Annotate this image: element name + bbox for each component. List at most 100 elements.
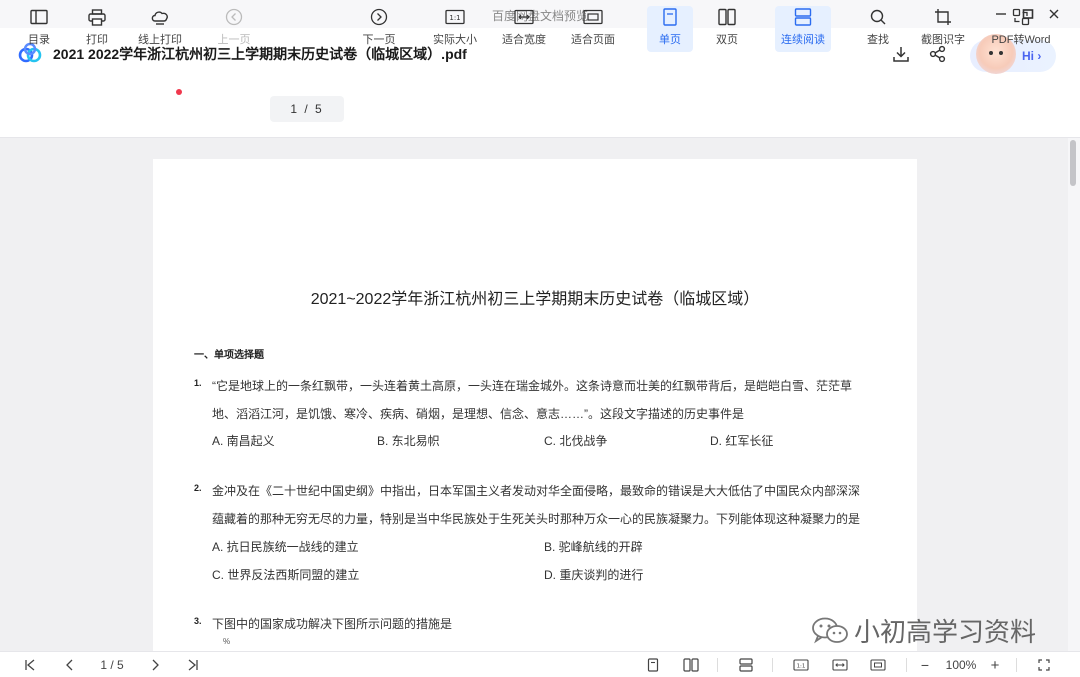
svg-text:1:1: 1:1 bbox=[797, 664, 806, 670]
double-page-label: 双页 bbox=[716, 34, 738, 46]
prev-page-small-button[interactable] bbox=[60, 656, 80, 674]
divider bbox=[717, 658, 718, 672]
find-button[interactable]: 查找 bbox=[860, 6, 896, 52]
actual-size-button[interactable]: 1:1 实际大小 bbox=[428, 6, 482, 52]
single-page-button[interactable]: 单页 bbox=[647, 6, 693, 52]
section-heading: 一、单项选择题 bbox=[194, 350, 264, 361]
last-page-button[interactable] bbox=[183, 656, 203, 674]
next-page-button[interactable]: 下一页 bbox=[359, 6, 399, 52]
catalog-icon bbox=[30, 9, 48, 25]
chevron-left-circle-icon bbox=[225, 8, 243, 26]
chevron-left-icon bbox=[66, 659, 73, 671]
single-page-small-icon bbox=[647, 658, 659, 672]
print-label: 打印 bbox=[86, 34, 108, 46]
wechat-icon bbox=[812, 617, 848, 643]
single-page-icon bbox=[663, 8, 677, 26]
continuous-small-button[interactable] bbox=[735, 656, 757, 674]
watermark: 小初高学习资料 bbox=[810, 612, 1036, 649]
print-button[interactable]: 打印 bbox=[80, 6, 114, 52]
document-title: 2021~2022学年浙江杭州初三上学期期末历史试卷（临城区域） bbox=[310, 291, 760, 308]
divider bbox=[906, 658, 907, 672]
notification-dot bbox=[176, 89, 182, 95]
fit-page-button[interactable]: 适合页面 bbox=[566, 6, 620, 52]
continuous-read-label: 连续阅读 bbox=[781, 34, 825, 46]
pdf-page: 2021~2022学年浙江杭州初三上学期期末历史试卷（临城区域） 一、单项选择题… bbox=[153, 159, 917, 651]
catalog-label: 目录 bbox=[28, 34, 50, 46]
continuous-small-icon bbox=[739, 658, 753, 672]
pdf-to-word-button[interactable]: PDF转Word bbox=[986, 6, 1056, 52]
prev-page-label: 上一页 bbox=[217, 34, 251, 46]
question-1-option-d: D. 红军长征 bbox=[710, 434, 774, 448]
single-page-label: 单页 bbox=[659, 34, 681, 46]
crop-icon bbox=[935, 9, 951, 25]
next-page-small-button[interactable] bbox=[145, 656, 165, 674]
fit-page-label: 适合页面 bbox=[571, 34, 615, 46]
question-1-option-b: B. 东北易帜 bbox=[377, 434, 440, 448]
svg-text:1:1: 1:1 bbox=[449, 14, 460, 22]
zoom-level: 100% bbox=[945, 658, 977, 672]
question-2-line-2: 蕴藏着的那种无穷无尽的力量，特别是当中华民族处于生死关头时那种万众一心的民族凝聚… bbox=[212, 512, 861, 526]
question-2-number: 2. bbox=[194, 483, 202, 493]
page-number-input[interactable]: 1 / 5 bbox=[270, 96, 344, 122]
scrollbar-thumb[interactable] bbox=[1070, 140, 1076, 186]
first-page-button[interactable] bbox=[20, 656, 40, 674]
fit-page-small-button[interactable] bbox=[867, 656, 889, 674]
question-2-option-d: D. 重庆谈判的进行 bbox=[544, 568, 644, 582]
divider bbox=[1016, 658, 1017, 672]
next-page-label: 下一页 bbox=[362, 34, 396, 46]
actual-size-icon: 1:1 bbox=[445, 9, 465, 25]
find-label: 查找 bbox=[867, 34, 889, 46]
zoom-in-button[interactable]: + bbox=[986, 656, 1004, 674]
fit-width-small-icon bbox=[832, 659, 848, 671]
search-icon bbox=[870, 9, 886, 25]
chart-percent-label: % bbox=[223, 637, 231, 646]
vertical-scrollbar[interactable] bbox=[1068, 138, 1080, 651]
chevron-right-circle-icon bbox=[370, 8, 388, 26]
double-page-small-icon bbox=[683, 658, 699, 672]
file-name: 2021 2022学年浙江杭州初三上学期期末历史试卷（临城区域）.pdf bbox=[53, 46, 467, 62]
question-1-number: 1. bbox=[194, 378, 202, 388]
single-page-small-button[interactable] bbox=[643, 656, 663, 674]
continuous-read-button[interactable]: 连续阅读 bbox=[775, 6, 831, 52]
double-page-small-button[interactable] bbox=[680, 656, 702, 674]
prev-page-button[interactable]: 上一页 bbox=[214, 6, 254, 52]
printer-icon bbox=[88, 8, 106, 26]
cloud-print-icon bbox=[151, 10, 168, 25]
fullscreen-icon bbox=[1038, 659, 1050, 671]
document-viewport[interactable]: 2021~2022学年浙江杭州初三上学期期末历史试卷（临城区域） 一、单项选择题… bbox=[0, 138, 1068, 651]
pdf-to-word-label: PDF转Word bbox=[991, 34, 1051, 46]
screenshot-ocr-button[interactable]: 截图识字 bbox=[916, 6, 970, 52]
question-3-line-1: 下图中的国家成功解决下图所示问题的措施是 bbox=[212, 617, 453, 631]
screenshot-ocr-label: 截图识字 bbox=[921, 34, 965, 46]
catalog-button[interactable]: 目录 bbox=[22, 6, 56, 52]
zoom-out-button[interactable]: − bbox=[916, 656, 934, 674]
question-2-option-a: A. 抗日民族统一战线的建立 bbox=[212, 540, 359, 554]
divider bbox=[772, 658, 773, 672]
question-2-option-b: B. 驼峰航线的开辟 bbox=[544, 540, 643, 554]
question-1-option-c: C. 北伐战争 bbox=[544, 434, 608, 448]
page-indicator: 1 / 5 bbox=[100, 658, 124, 672]
fit-width-label: 适合宽度 bbox=[502, 34, 546, 46]
actual-size-small-icon: 1:1 bbox=[793, 659, 809, 671]
fit-page-icon bbox=[583, 9, 603, 25]
double-page-button[interactable]: 双页 bbox=[707, 6, 747, 52]
first-page-icon bbox=[25, 659, 35, 671]
continuous-read-icon bbox=[794, 8, 812, 26]
fit-width-button[interactable]: 适合宽度 bbox=[497, 6, 551, 52]
question-1-line-1: “它是地球上的一条红飘带，一头连着黄土高原，一头连在瑞金城外。这条诗意而壮美的红… bbox=[212, 379, 853, 393]
fullscreen-button[interactable] bbox=[1034, 656, 1054, 674]
double-page-icon bbox=[718, 8, 736, 26]
convert-icon bbox=[1012, 8, 1030, 26]
online-print-button[interactable]: 线上打印 bbox=[134, 6, 186, 52]
toolbar bbox=[0, 80, 1080, 138]
fit-width-small-button[interactable] bbox=[829, 656, 851, 674]
fit-page-small-icon bbox=[870, 659, 886, 671]
watermark-text: 小初高学习资料 bbox=[854, 617, 1037, 647]
actual-size-small-button[interactable]: 1:1 bbox=[790, 656, 812, 674]
chevron-right-icon bbox=[152, 659, 159, 671]
actual-size-label: 实际大小 bbox=[433, 34, 477, 46]
question-3-number: 3. bbox=[194, 616, 202, 626]
question-1-option-a: A. 南昌起义 bbox=[212, 434, 275, 448]
last-page-icon bbox=[188, 659, 198, 671]
fit-width-icon bbox=[514, 9, 534, 25]
